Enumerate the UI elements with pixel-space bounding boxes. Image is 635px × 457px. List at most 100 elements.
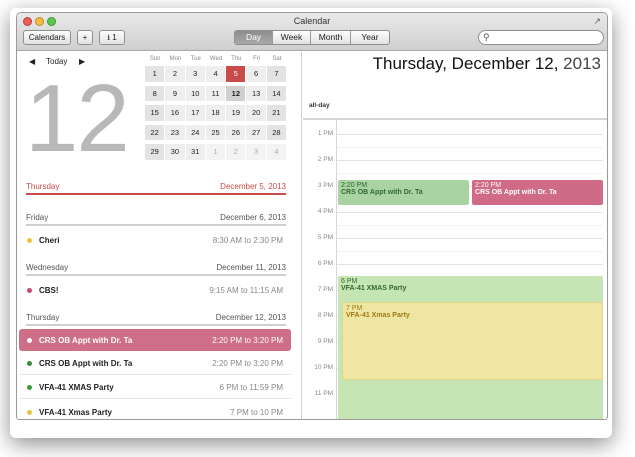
window-title: Calendar <box>293 16 331 26</box>
event-list-day-header: Thursday December 12, 2013 <box>26 313 286 326</box>
fullscreen-icon[interactable]: ↗ <box>593 16 601 27</box>
mini-calendar-day[interactable]: 7 <box>266 66 288 82</box>
event-list-item[interactable]: CBS! 9:15 AM to 11:15 AM <box>19 279 291 301</box>
event-block[interactable]: 2:20 PM CRS OB Appt with Dr. Ta <box>472 180 603 205</box>
mini-calendar-day[interactable]: 9 <box>165 85 186 101</box>
hour-label: 6 PM <box>317 260 333 267</box>
search-input[interactable]: ⚲ <box>478 30 604 45</box>
mini-calendar-day[interactable]: 5 <box>226 66 247 82</box>
half-hour-line <box>337 251 603 252</box>
mini-calendar-day[interactable]: 31 <box>185 144 206 160</box>
event-time: 8:30 AM to 2:30 PM <box>212 235 283 245</box>
mini-calendar-day[interactable]: 15 <box>145 105 166 121</box>
mini-calendar-day[interactable]: 22 <box>145 124 166 140</box>
mini-calendar-day[interactable]: 12 <box>226 85 247 101</box>
calendar-color-dot <box>27 237 32 243</box>
weekday-label: Mon <box>169 56 182 62</box>
mini-calendar-day[interactable]: 2 <box>226 144 247 160</box>
calendar-color-dot <box>27 385 32 390</box>
mini-calendar-day[interactable]: 25 <box>205 124 227 140</box>
mini-calendar-day[interactable]: 6 <box>246 66 267 82</box>
mini-calendar-day[interactable]: 19 <box>226 105 247 121</box>
hour-label: 10 PM <box>314 364 333 371</box>
section-date: December 12, 2013 <box>215 313 286 322</box>
add-event-button[interactable]: + <box>77 30 93 45</box>
event-name: CRS OB Appt with Dr. Ta <box>39 335 133 345</box>
event-block-time: 2:20 PM <box>341 182 368 189</box>
event-block-time: 2:20 PM <box>475 182 502 189</box>
mini-calendar-day[interactable]: 26 <box>226 124 247 140</box>
title-bar: Calendar ↗ Calendars + ⭳ 1 Day Week Mont… <box>17 13 607 51</box>
tab-month[interactable]: Month <box>311 31 351 44</box>
event-name: CBS! <box>39 285 59 295</box>
calendar-color-dot <box>27 361 32 366</box>
section-date: December 11, 2013 <box>216 263 286 272</box>
mini-calendar-day[interactable]: 4 <box>205 66 227 82</box>
event-list-item[interactable]: VFA-41 Xmas Party 7 PM to 10 PM <box>19 401 291 419</box>
hour-line <box>337 160 603 161</box>
mini-calendar-day[interactable]: 23 <box>165 124 186 140</box>
tab-week[interactable]: Week <box>273 31 311 44</box>
half-hour-line <box>337 173 603 174</box>
mini-calendar-day[interactable]: 28 <box>266 124 288 140</box>
mini-calendar-day[interactable]: 1 <box>145 66 166 82</box>
mini-calendar-day[interactable]: 29 <box>145 144 166 160</box>
day-view: Thursday, December 12, 2013 all-day 1 PM… <box>303 52 607 419</box>
event-time: 2:20 PM to 3:20 PM <box>212 335 283 345</box>
calendars-button[interactable]: Calendars <box>23 30 71 45</box>
event-name-wrap: Cheri <box>27 236 59 245</box>
event-list-item[interactable]: CRS OB Appt with Dr. Ta 2:20 PM to 3:20 P… <box>19 329 291 351</box>
event-time: 2:20 PM to 3:20 PM <box>212 359 283 368</box>
tab-year[interactable]: Year <box>351 31 389 44</box>
event-block-title: CRS OB Appt with Dr. Ta <box>341 189 423 196</box>
mini-calendar-day[interactable]: 13 <box>246 85 267 101</box>
weekday-label: Sat <box>272 56 282 62</box>
mini-calendar-day[interactable]: 27 <box>246 124 267 140</box>
mini-calendar-day[interactable]: 24 <box>185 124 206 140</box>
mini-calendar-day[interactable]: 2 <box>165 66 186 82</box>
hour-label: 3 PM <box>317 182 333 189</box>
inbox-button[interactable]: ⭳ 1 <box>99 30 125 45</box>
mini-calendar-day[interactable]: 10 <box>185 85 206 101</box>
mini-calendar-day[interactable]: 16 <box>165 105 186 121</box>
mini-calendar-week: 15 16 17 18 19 20 21 <box>145 105 291 121</box>
section-date: December 6, 2013 <box>220 213 286 222</box>
event-block-time: 7 PM <box>346 305 363 312</box>
section-weekday: Thursday <box>26 313 60 322</box>
mini-calendar-day[interactable]: 11 <box>205 85 227 101</box>
mini-calendar-day[interactable]: 14 <box>266 85 288 101</box>
mini-calendar-day[interactable]: 1 <box>205 144 227 160</box>
event-name-wrap: CRS OB Appt with Dr. Ta <box>27 336 132 345</box>
mini-calendar-day[interactable]: 8 <box>145 85 166 101</box>
mini-calendar-day[interactable]: 21 <box>266 105 288 121</box>
mini-calendar-week: 8 9 10 11 12 13 14 <box>145 85 291 101</box>
hour-label: 11 PM <box>314 390 333 397</box>
mini-calendar-day[interactable]: 3 <box>185 66 206 82</box>
tab-day[interactable]: Day <box>235 31 273 44</box>
mini-calendar-day[interactable]: 17 <box>185 105 206 121</box>
weekday-label: Thu <box>231 56 242 62</box>
event-block[interactable]: 7 PM VFA-41 Xmas Party <box>342 302 603 380</box>
event-name: Cheri <box>39 235 60 245</box>
mini-calendar-day[interactable]: 30 <box>165 144 186 160</box>
event-block-title: VFA-41 Xmas Party <box>346 312 410 319</box>
event-list-item[interactable]: VFA-41 XMAS Party 6 PM to 11:59 PM <box>19 377 291 399</box>
event-block-title: VFA-41 XMAS Party <box>341 285 407 292</box>
hour-label: 9 PM <box>317 338 333 345</box>
section-weekday: Thursday <box>26 182 60 191</box>
event-list-item[interactable]: Cheri 8:30 AM to 2:30 PM <box>19 229 291 251</box>
event-block-title: CRS OB Appt with Dr. Ta <box>475 189 557 196</box>
mini-calendar-day[interactable]: 4 <box>266 144 288 160</box>
event-list-item[interactable]: CRS OB Appt with Dr. Ta 2:20 PM to 3:20 P… <box>19 353 291 375</box>
section-date: December 5, 2013 <box>220 182 286 191</box>
mini-calendar-day[interactable]: 3 <box>246 144 267 160</box>
section-weekday: Friday <box>26 213 49 222</box>
inbox-icon: ⭳ <box>107 33 111 42</box>
hour-label: 8 PM <box>317 312 333 319</box>
hour-label: 7 PM <box>317 286 333 293</box>
mini-calendar-day[interactable]: 20 <box>246 105 267 121</box>
hour-line <box>337 134 603 135</box>
calendar-window: Calendar ↗ Calendars + ⭳ 1 Day Week Mont… <box>16 12 608 420</box>
mini-calendar-day[interactable]: 18 <box>205 105 227 121</box>
event-block[interactable]: 2:20 PM CRS OB Appt with Dr. Ta <box>338 180 469 205</box>
